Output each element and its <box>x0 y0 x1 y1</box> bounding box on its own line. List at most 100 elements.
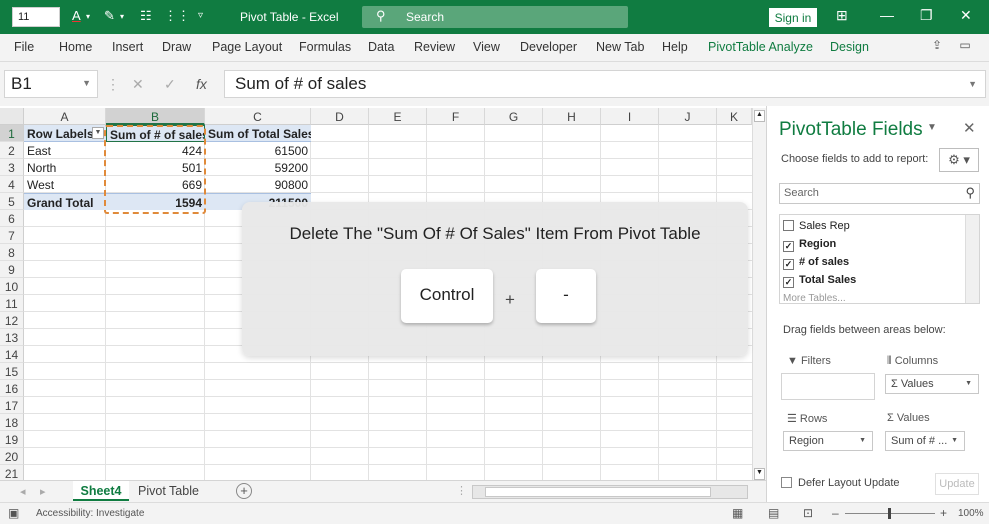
row-header[interactable]: 19 <box>0 431 24 448</box>
row-header[interactable]: 14 <box>0 346 24 363</box>
sign-in-button[interactable]: Sign in <box>769 8 817 27</box>
chevron-down-icon[interactable]: ▼ <box>927 122 937 133</box>
chevron-down-icon[interactable]: ▼ <box>859 437 866 444</box>
close-icon[interactable]: ✕ <box>960 7 972 24</box>
column-header-i[interactable]: I <box>601 108 659 125</box>
tab-formulas[interactable]: Formulas <box>299 40 351 54</box>
merge-icon[interactable]: ⋮⋮ <box>164 8 190 24</box>
pivot-grand-total-label[interactable]: Grand Total <box>24 193 106 210</box>
row-header[interactable]: 12 <box>0 312 24 329</box>
tab-new-tab[interactable]: New Tab <box>596 40 644 54</box>
fill-color-icon[interactable]: ✎ <box>104 8 115 24</box>
tab-view[interactable]: View <box>473 40 500 54</box>
row-header[interactable]: 3 <box>0 159 24 176</box>
chevron-down-icon[interactable]: ▾ <box>120 12 124 21</box>
zoom-in-icon[interactable]: + <box>940 506 947 520</box>
checkbox-checked[interactable]: ✓ <box>783 277 794 288</box>
comments-icon[interactable]: ▭ <box>954 38 976 58</box>
enter-icon[interactable]: ✓ <box>164 76 176 93</box>
tab-data[interactable]: Data <box>368 40 394 54</box>
font-size-box[interactable]: 11 <box>12 7 60 27</box>
pivot-row-label[interactable]: North <box>24 159 106 176</box>
pivot-row-label[interactable]: East <box>24 142 106 159</box>
sheet-tab-sheet4[interactable]: Sheet4 <box>73 481 129 501</box>
zoom-slider-thumb[interactable] <box>888 508 891 519</box>
column-header-c[interactable]: C <box>205 108 311 125</box>
chevron-down-icon[interactable]: ▼ <box>968 79 977 89</box>
customize-qat-icon[interactable]: ▿ <box>198 10 203 21</box>
add-sheet-button[interactable]: + <box>236 483 252 499</box>
column-header-d[interactable]: D <box>311 108 369 125</box>
tab-file[interactable]: File <box>14 40 34 54</box>
column-header-f[interactable]: F <box>427 108 485 125</box>
field-region[interactable]: ✓ Region <box>783 238 836 252</box>
row-header[interactable]: 13 <box>0 329 24 346</box>
column-header-b[interactable]: B <box>106 108 205 125</box>
search-box[interactable]: ⚲ Search <box>362 6 628 28</box>
column-header-e[interactable]: E <box>369 108 427 125</box>
font-color-icon[interactable]: A <box>72 8 81 23</box>
column-header-k[interactable]: K <box>717 108 752 125</box>
pivot-header-sum-total-sales[interactable]: Sum of Total Sales <box>205 125 311 142</box>
chevron-down-icon[interactable]: ▼ <box>965 380 972 387</box>
rows-area-item[interactable]: Region ▼ <box>783 431 873 451</box>
field-sales-rep[interactable]: Sales Rep <box>783 220 850 232</box>
select-all-corner[interactable] <box>0 108 24 125</box>
scroll-down-icon[interactable]: ▼ <box>754 468 765 480</box>
checkbox-checked[interactable]: ✓ <box>783 241 794 252</box>
scroll-up-icon[interactable]: ▲ <box>754 110 765 122</box>
column-header-g[interactable]: G <box>485 108 543 125</box>
update-button[interactable]: Update <box>935 473 979 495</box>
row-header[interactable]: 7 <box>0 227 24 244</box>
chevron-down-icon[interactable]: ▾ <box>86 12 90 21</box>
pivot-header-row-labels[interactable]: Row Labels ▼ <box>24 125 106 142</box>
row-header[interactable]: 20 <box>0 448 24 465</box>
vertical-scrollbar[interactable]: ▲ ▼ <box>752 108 766 482</box>
accessibility-status[interactable]: Accessibility: Investigate <box>36 508 144 519</box>
sheet-tab-pivot-table[interactable]: Pivot Table <box>138 484 199 498</box>
share-icon[interactable]: ⇪ <box>926 38 948 58</box>
page-break-view-icon[interactable]: ⊡ <box>803 506 813 520</box>
checkbox[interactable] <box>783 220 794 231</box>
row-header[interactable]: 9 <box>0 261 24 278</box>
row-header[interactable]: 16 <box>0 380 24 397</box>
row-header[interactable]: 11 <box>0 295 24 312</box>
zoom-level[interactable]: 100% <box>958 508 984 519</box>
checkbox-checked[interactable]: ✓ <box>783 259 794 270</box>
ribbon-display-icon[interactable]: ⊞ <box>836 7 848 24</box>
minimize-icon[interactable]: — <box>880 7 894 23</box>
row-header[interactable]: 18 <box>0 414 24 431</box>
chevron-down-icon[interactable]: ▼ <box>82 78 91 88</box>
normal-view-icon[interactable]: ▦ <box>732 506 743 520</box>
tab-home[interactable]: Home <box>59 40 92 54</box>
zoom-out-icon[interactable]: – <box>832 506 839 520</box>
row-header[interactable]: 6 <box>0 210 24 227</box>
chevron-down-icon[interactable]: ▼ <box>951 437 958 444</box>
tab-developer[interactable]: Developer <box>520 40 577 54</box>
filters-area[interactable] <box>781 373 875 400</box>
name-box[interactable]: B1 ▼ <box>4 70 98 98</box>
tab-help[interactable]: Help <box>662 40 688 54</box>
page-layout-view-icon[interactable]: ▤ <box>768 506 779 520</box>
pivot-cell[interactable]: 61500 <box>205 142 311 159</box>
borders-icon[interactable]: ☷ <box>140 8 152 24</box>
row-header[interactable]: 15 <box>0 363 24 380</box>
tools-gear-button[interactable]: ⚙ ▾ <box>939 148 979 172</box>
defer-layout-update[interactable]: Defer Layout Update <box>781 477 900 489</box>
tab-draw[interactable]: Draw <box>162 40 191 54</box>
next-sheet-icon[interactable]: ▸ <box>40 485 46 498</box>
column-header-h[interactable]: H <box>543 108 601 125</box>
field-search-input[interactable]: Search ⚲ <box>779 183 980 204</box>
pivot-cell[interactable]: 90800 <box>205 176 311 193</box>
row-header[interactable]: 8 <box>0 244 24 261</box>
row-header[interactable]: 21 <box>0 465 24 480</box>
row-header[interactable]: 17 <box>0 397 24 414</box>
cancel-icon[interactable]: ✕ <box>132 76 144 93</box>
tab-pivottable-analyze[interactable]: PivotTable Analyze <box>708 40 813 54</box>
horizontal-scrollbar[interactable] <box>472 485 748 499</box>
checkbox[interactable] <box>781 477 792 488</box>
function-icon[interactable]: fx <box>196 76 207 92</box>
values-area-item[interactable]: Sum of # ... ▼ <box>885 431 965 451</box>
row-header[interactable]: 2 <box>0 142 24 159</box>
close-icon[interactable]: ✕ <box>963 119 976 137</box>
